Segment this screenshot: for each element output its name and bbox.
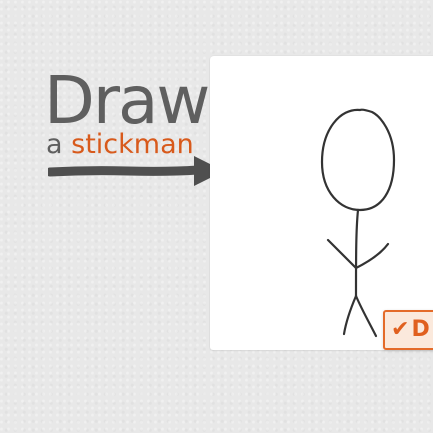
- done-label: D: [411, 317, 430, 342]
- done-button[interactable]: ✔ D: [383, 310, 433, 350]
- stickman-right-arm: [354, 242, 390, 270]
- stickman-left-leg: [342, 294, 358, 336]
- check-icon: ✔: [391, 317, 410, 342]
- stickman-head: [320, 108, 396, 212]
- stickman-body: [354, 208, 360, 298]
- stickman-drawing: [320, 108, 396, 338]
- stickman-right-leg: [354, 294, 378, 338]
- stickman-left-arm: [326, 238, 358, 270]
